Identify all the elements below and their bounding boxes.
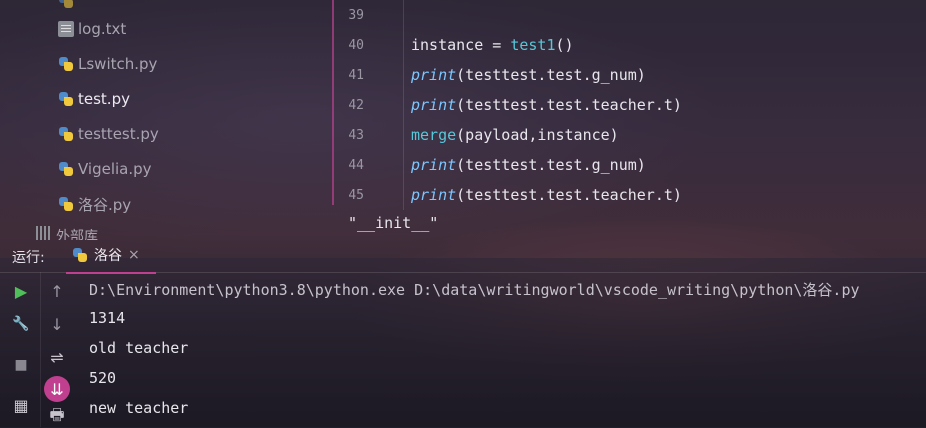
- code-line[interactable]: 45 print(testtest.test.teacher.t): [334, 180, 682, 210]
- tree-item-test[interactable]: test.py: [58, 88, 130, 110]
- python-file-icon: [58, 161, 74, 177]
- wrench-icon[interactable]: 🔧: [10, 313, 32, 335]
- tree-item-log-txt[interactable]: log.txt: [58, 18, 126, 40]
- console-line: 520: [89, 369, 117, 387]
- code-token: (testtest.test.teacher.t): [456, 186, 682, 204]
- code-token: print: [411, 156, 457, 174]
- code-text: print(testtest.test.g_num): [411, 66, 646, 84]
- tree-item-label: Lswitch.py: [78, 55, 158, 73]
- code-line[interactable]: 43 merge(payload,instance): [334, 120, 618, 150]
- code-line[interactable]: 41 print(testtest.test.g_num): [334, 60, 645, 90]
- code-token: merge: [411, 126, 457, 144]
- code-token: (testtest.test.teacher.t): [456, 96, 682, 114]
- line-number: 45: [348, 187, 364, 203]
- console-line: new teacher: [89, 399, 189, 417]
- code-token: (): [555, 36, 574, 54]
- run-tool-window-header: 运行: 洛谷 ×: [0, 238, 926, 274]
- tree-item-label: 洛谷.py: [78, 195, 132, 214]
- line-number: 40: [348, 37, 364, 53]
- code-token: print: [411, 66, 457, 84]
- code-text: print(testtest.test.teacher.t): [411, 186, 682, 204]
- close-icon[interactable]: ×: [128, 247, 140, 263]
- code-text: print(testtest.test.teacher.t): [411, 96, 682, 114]
- stop-button[interactable]: ■: [10, 354, 32, 376]
- python-file-icon: [58, 126, 74, 142]
- python-file-icon: [58, 196, 74, 212]
- code-line[interactable]: 44 print(testtest.test.g_num): [334, 150, 645, 180]
- code-text: instance = test1(): [411, 36, 574, 54]
- console-line: 1314: [89, 309, 126, 327]
- console-command: D:\Environment\python3.8\python.exe D:\d…: [89, 281, 860, 299]
- code-token: instance =: [411, 36, 511, 54]
- scroll-up-icon[interactable]: ↑: [46, 280, 68, 302]
- run-label: 运行:: [12, 250, 45, 266]
- python-file-icon: [58, 0, 74, 9]
- code-text: print(testtest.test.g_num): [411, 156, 646, 174]
- line-number: 39: [348, 7, 364, 23]
- python-file-icon: [58, 91, 74, 107]
- python-file-icon: [58, 56, 74, 72]
- tree-item-testtest[interactable]: testtest.py: [58, 123, 159, 145]
- layout-icon[interactable]: ▦: [10, 394, 32, 416]
- line-number: 43: [348, 127, 364, 143]
- code-token: (payload,instance): [456, 126, 619, 144]
- tree-item-label: test.py: [78, 90, 130, 108]
- code-token: (testtest.test.g_num): [456, 156, 646, 174]
- code-token: print: [411, 186, 457, 204]
- tree-item-vigelia[interactable]: Vigelia.py: [58, 158, 152, 180]
- code-token: test1: [510, 36, 556, 54]
- tree-item-label: Vigelia.py: [78, 160, 152, 178]
- line-number: 42: [348, 97, 364, 113]
- code-line[interactable]: 42 print(testtest.test.teacher.t): [334, 90, 682, 120]
- tree-item-label: log.txt: [78, 20, 127, 38]
- code-text: merge(payload,instance): [411, 126, 619, 144]
- soft-wrap-icon[interactable]: ⇌: [46, 346, 68, 368]
- code-token: print: [411, 96, 457, 114]
- run-tab[interactable]: 洛谷 ×: [66, 238, 156, 274]
- project-tree: log.txt Lswitch.py test.py testtest.py V…: [0, 0, 332, 240]
- line-number: 44: [348, 157, 364, 173]
- breadcrumb[interactable]: "__init__": [348, 214, 438, 232]
- run-tab-label: 洛谷: [94, 248, 122, 264]
- tree-item-partial-top[interactable]: [58, 0, 78, 12]
- code-token: (testtest.test.g_num): [456, 66, 646, 84]
- python-file-icon: [72, 247, 88, 263]
- scroll-down-icon[interactable]: ↓: [46, 313, 68, 335]
- code-line[interactable]: 39: [334, 0, 364, 30]
- line-number: 41: [348, 67, 364, 83]
- print-icon[interactable]: 🖶: [46, 408, 68, 427]
- text-file-icon: [58, 21, 74, 37]
- run-button[interactable]: ▶: [10, 280, 32, 302]
- tree-item-label: testtest.py: [78, 125, 159, 143]
- toolbar-separator: [40, 272, 41, 427]
- code-line[interactable]: 40 instance = test1(): [334, 30, 573, 60]
- editor-gutter-separator: [403, 0, 404, 210]
- tree-item-luogu[interactable]: 洛谷.py: [58, 193, 131, 215]
- scroll-to-end-icon[interactable]: ⇊: [44, 376, 70, 402]
- tree-item-lswitch[interactable]: Lswitch.py: [58, 53, 157, 75]
- console-line: old teacher: [89, 339, 189, 357]
